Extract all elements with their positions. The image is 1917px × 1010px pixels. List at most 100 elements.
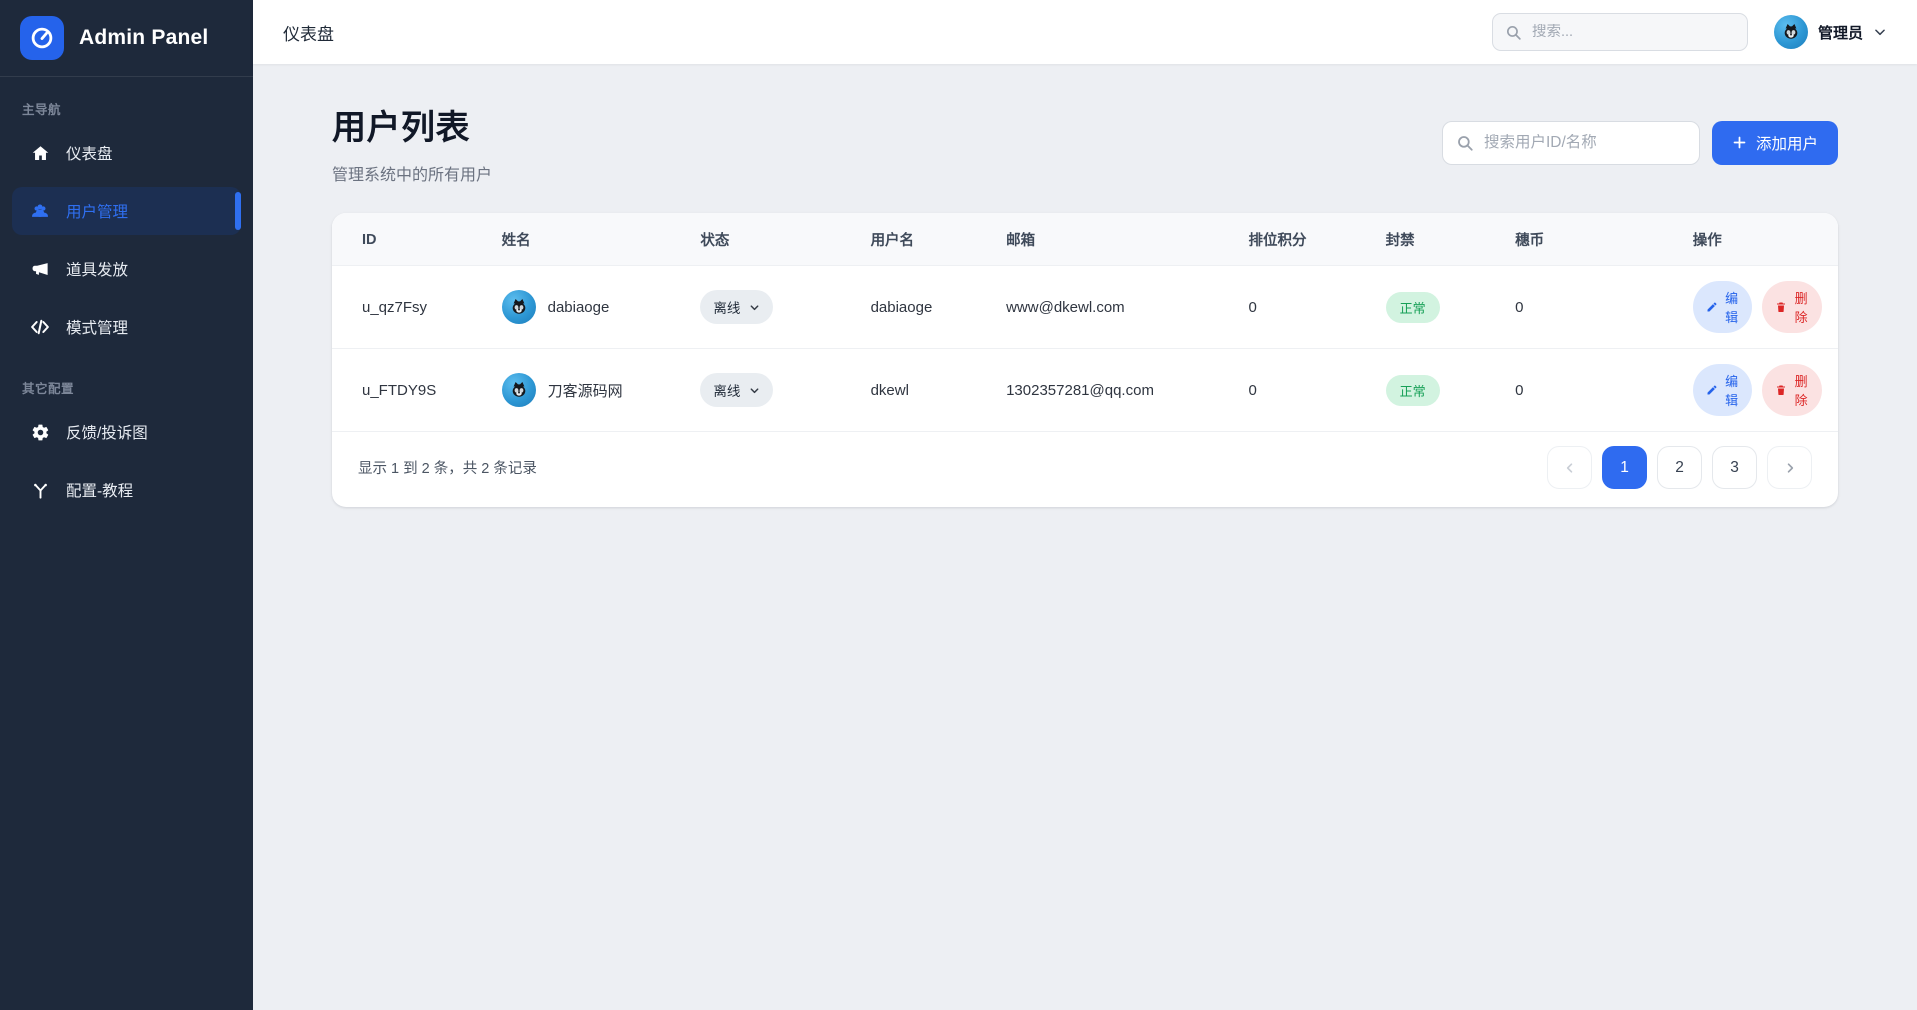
trash-icon bbox=[1775, 384, 1787, 396]
sidebar-item-item-grant[interactable]: 道具发放 bbox=[12, 245, 241, 293]
gear-icon bbox=[30, 422, 50, 442]
name-cell: dabiaoge bbox=[502, 290, 669, 324]
brand-name: Admin Panel bbox=[79, 26, 208, 50]
users-card: ID 姓名 状态 用户名 邮箱 排位积分 封禁 穗币 操作 bbox=[332, 213, 1838, 507]
coins: 0 bbox=[1499, 266, 1677, 349]
name-cell: 刀客源码网 bbox=[502, 373, 669, 407]
home-icon bbox=[30, 143, 50, 163]
sidebar-item-users[interactable]: 用户管理 bbox=[12, 187, 241, 235]
column-header-email: 邮箱 bbox=[990, 213, 1232, 266]
page-subtitle: 管理系统中的所有用户 bbox=[332, 161, 492, 185]
header-title: 仪表盘 bbox=[283, 20, 334, 45]
page-button-1[interactable]: 1 bbox=[1602, 446, 1647, 489]
user-name: 管理员 bbox=[1818, 22, 1863, 43]
page-prev-button[interactable] bbox=[1547, 446, 1592, 489]
page-head: 用户列表 管理系统中的所有用户 添加用户 bbox=[332, 100, 1838, 185]
table-footer-text: 显示 1 到 2 条，共 2 条记录 bbox=[358, 457, 537, 478]
chevron-right-icon bbox=[1783, 461, 1797, 475]
user-display-name: dabiaoge bbox=[548, 299, 610, 316]
edit-button[interactable]: 编辑 bbox=[1693, 364, 1753, 416]
table-footer: 显示 1 到 2 条，共 2 条记录 1 2 3 bbox=[332, 431, 1838, 507]
pencil-icon bbox=[1706, 384, 1718, 396]
sidebar-item-label: 反馈/投诉图 bbox=[66, 421, 148, 443]
sidebar-item-feedback[interactable]: 反馈/投诉图 bbox=[12, 408, 241, 456]
chevron-left-icon bbox=[1563, 461, 1577, 475]
main-nav: 仪表盘 用户管理 道具发放 模式管理 bbox=[0, 124, 253, 356]
username: dkewl bbox=[855, 349, 991, 432]
delete-label: 删除 bbox=[1793, 288, 1809, 326]
page-button-3[interactable]: 3 bbox=[1712, 446, 1757, 489]
avatar bbox=[1774, 15, 1808, 49]
user-search bbox=[1442, 121, 1700, 165]
column-header-coins: 穗币 bbox=[1499, 213, 1677, 266]
column-header-status: 状态 bbox=[684, 213, 854, 266]
page-title: 用户列表 bbox=[332, 100, 492, 149]
sidebar-section-main: 主导航 bbox=[0, 77, 253, 124]
trash-icon bbox=[1775, 301, 1787, 313]
plus-icon bbox=[1732, 135, 1747, 150]
page-next-button[interactable] bbox=[1767, 446, 1812, 489]
delete-label: 删除 bbox=[1793, 371, 1809, 409]
column-header-id: ID bbox=[332, 213, 486, 266]
row-actions: 编辑 删除 bbox=[1693, 364, 1822, 416]
add-user-label: 添加用户 bbox=[1756, 132, 1818, 154]
status-select[interactable]: 离线 bbox=[700, 290, 773, 324]
chevron-down-icon bbox=[1873, 25, 1887, 39]
code-icon bbox=[30, 317, 50, 337]
edit-label: 编辑 bbox=[1724, 371, 1740, 409]
page-button-2[interactable]: 2 bbox=[1657, 446, 1702, 489]
main-area: 仪表盘 管理员 用户列表 管理系统中的所 bbox=[253, 0, 1917, 1010]
column-header-actions: 操作 bbox=[1677, 213, 1838, 266]
status-value: 离线 bbox=[713, 380, 740, 400]
ban-status-badge: 正常 bbox=[1386, 292, 1440, 323]
user-menu[interactable]: 管理员 bbox=[1774, 15, 1887, 49]
column-header-ban: 封禁 bbox=[1370, 213, 1500, 266]
status-select[interactable]: 离线 bbox=[700, 373, 773, 407]
page-header: 仪表盘 管理员 bbox=[253, 0, 1917, 64]
pencil-icon bbox=[1706, 301, 1718, 313]
sidebar-section-other: 其它配置 bbox=[0, 356, 253, 403]
other-nav: 反馈/投诉图 配置-教程 bbox=[0, 403, 253, 519]
users-table: ID 姓名 状态 用户名 邮箱 排位积分 封禁 穗币 操作 bbox=[332, 213, 1838, 431]
chevron-down-icon bbox=[749, 302, 760, 313]
table-row: u_qz7Fsy dabiaoge bbox=[332, 266, 1838, 349]
sidebar-item-label: 仪表盘 bbox=[66, 142, 113, 164]
user-display-name: 刀客源码网 bbox=[548, 380, 623, 401]
sidebar-item-label: 道具发放 bbox=[66, 258, 128, 280]
column-header-username: 用户名 bbox=[855, 213, 991, 266]
branch-icon bbox=[30, 480, 50, 500]
user-avatar bbox=[502, 373, 536, 407]
sidebar-item-modes[interactable]: 模式管理 bbox=[12, 303, 241, 351]
coins: 0 bbox=[1499, 349, 1677, 432]
page-head-titles: 用户列表 管理系统中的所有用户 bbox=[332, 100, 492, 185]
user-id: u_qz7Fsy bbox=[332, 266, 486, 349]
megaphone-icon bbox=[30, 259, 50, 279]
sidebar-item-config-tutorial[interactable]: 配置-教程 bbox=[12, 466, 241, 514]
header-search-input[interactable] bbox=[1532, 24, 1735, 40]
pagination: 1 2 3 bbox=[1547, 446, 1812, 489]
rank-points: 0 bbox=[1233, 266, 1370, 349]
user-avatar bbox=[502, 290, 536, 324]
table-row: u_FTDY9S 刀客源码网 bbox=[332, 349, 1838, 432]
edit-button[interactable]: 编辑 bbox=[1693, 281, 1753, 333]
table-header-row: ID 姓名 状态 用户名 邮箱 排位积分 封禁 穗币 操作 bbox=[332, 213, 1838, 266]
users-icon bbox=[30, 201, 50, 221]
search-icon bbox=[1456, 134, 1474, 152]
add-user-button[interactable]: 添加用户 bbox=[1712, 121, 1838, 165]
rank-points: 0 bbox=[1233, 349, 1370, 432]
user-search-input[interactable] bbox=[1484, 134, 1686, 152]
edit-label: 编辑 bbox=[1724, 288, 1740, 326]
brand: Admin Panel bbox=[0, 0, 253, 76]
sidebar-item-label: 模式管理 bbox=[66, 316, 128, 338]
delete-button[interactable]: 删除 bbox=[1762, 281, 1822, 333]
gauge-logo-icon bbox=[20, 16, 64, 60]
email: 1302357281@qq.com bbox=[990, 349, 1232, 432]
app-root: Admin Panel 主导航 仪表盘 用户管理 道具发放 bbox=[0, 0, 1917, 1010]
column-header-rank: 排位积分 bbox=[1233, 213, 1370, 266]
column-header-name: 姓名 bbox=[486, 213, 685, 266]
delete-button[interactable]: 删除 bbox=[1762, 364, 1822, 416]
content: 用户列表 管理系统中的所有用户 添加用户 bbox=[253, 64, 1917, 1010]
sidebar-item-dashboard[interactable]: 仪表盘 bbox=[12, 129, 241, 177]
row-actions: 编辑 删除 bbox=[1693, 281, 1822, 333]
chevron-down-icon bbox=[749, 385, 760, 396]
